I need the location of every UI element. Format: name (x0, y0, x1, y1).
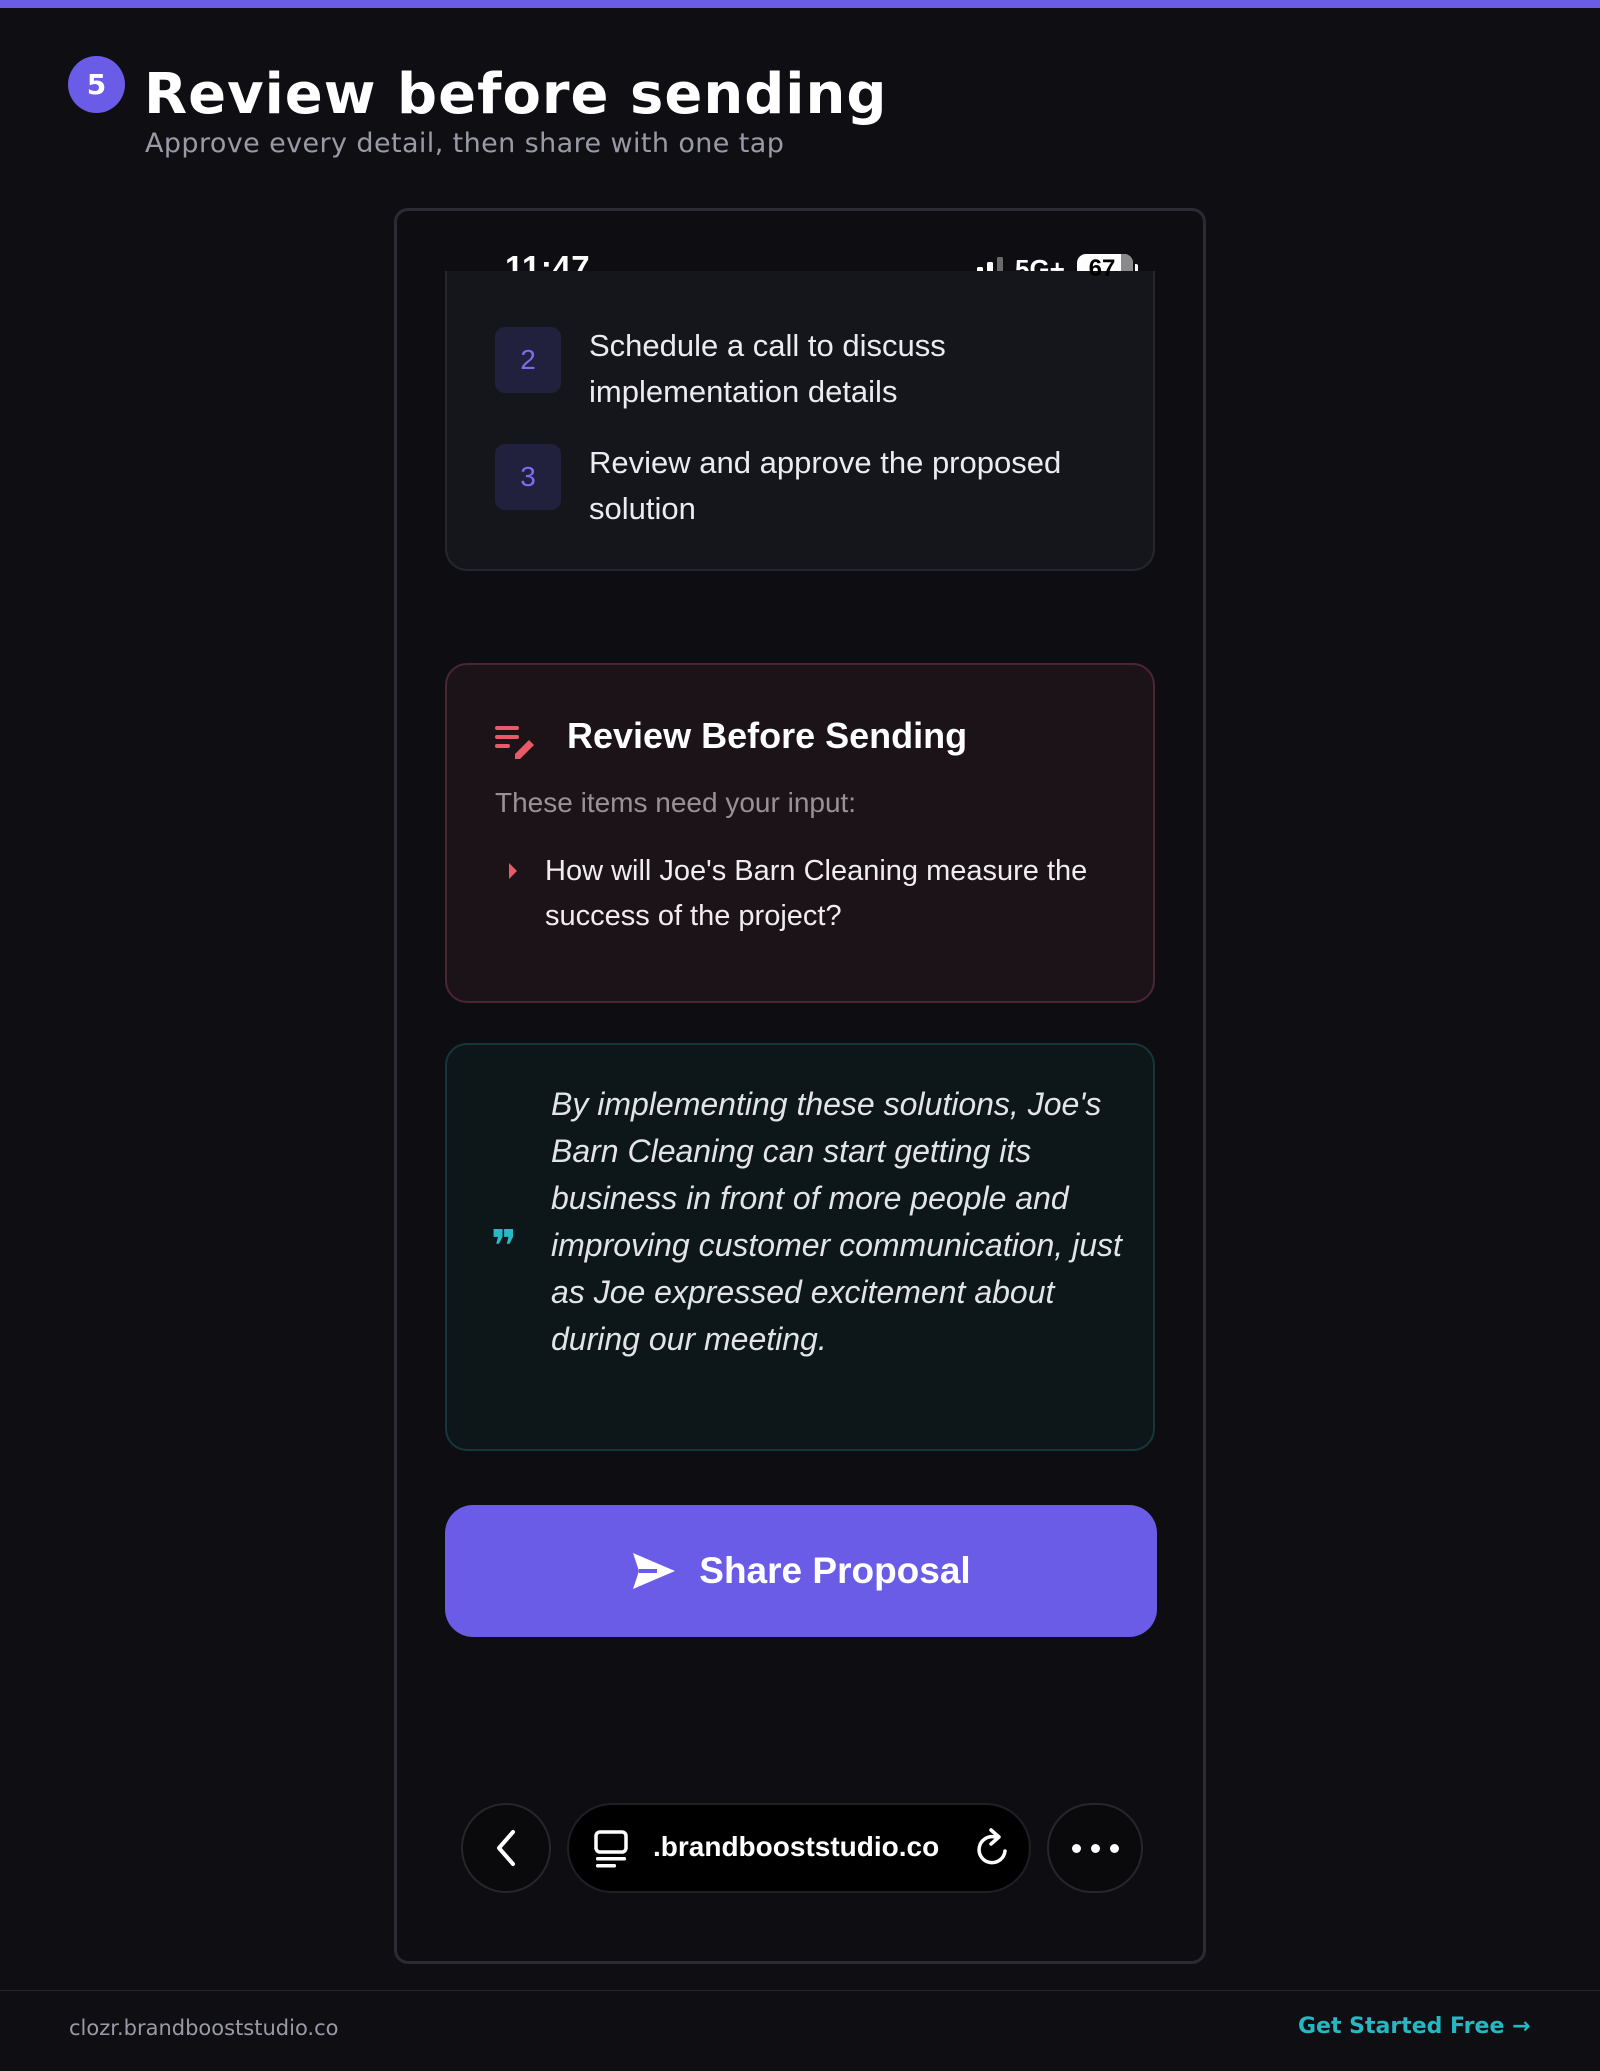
top-accent-bar (0, 0, 1600, 8)
page-title: Review before sending (144, 62, 888, 127)
send-icon (633, 1553, 676, 1589)
quote-icon: ❞ (491, 1221, 517, 1272)
footer-divider (0, 1990, 1600, 1991)
step-header: 5 Review before sending Approve every de… (68, 56, 1068, 166)
edit-list-icon (495, 726, 534, 759)
get-started-link[interactable]: Get Started Free → (1298, 2014, 1530, 2039)
review-title: Review Before Sending (567, 715, 968, 756)
next-steps-card: 2 Schedule a call to discuss implementat… (445, 271, 1155, 571)
tabs-icon (594, 1830, 628, 1868)
battery-level: 67 (1088, 254, 1116, 282)
caret-right-icon (509, 863, 517, 879)
quote-text: By implementing these solutions, Joe's B… (551, 1086, 1122, 1357)
review-subtitle: These items need your input: (495, 787, 857, 818)
share-proposal-label: Share Proposal (699, 1550, 971, 1591)
review-item[interactable]: How will Joe's Barn Cleaning measure the… (545, 849, 1105, 939)
step-number: 2 (495, 327, 561, 393)
step-text: Schedule a call to discuss implementatio… (589, 328, 946, 409)
step-number: 3 (495, 444, 561, 510)
more-icon (1109, 1843, 1119, 1853)
more-icon (1090, 1843, 1100, 1853)
reload-icon[interactable] (973, 1827, 1013, 1869)
chevron-left-icon (497, 1830, 515, 1866)
step-number-badge: 5 (68, 56, 125, 113)
url-text: .brandbooststudio.co (653, 1831, 940, 1862)
footer-domain: clozr.brandbooststudio.co (69, 2016, 339, 2040)
review-before-sending-card: Review Before Sending These items need y… (445, 663, 1155, 1003)
address-bar[interactable]: .brandbooststudio.co (567, 1803, 1031, 1893)
page-subtitle: Approve every detail, then share with on… (145, 128, 785, 159)
phone-mockup: 11:47 5G+ 67 2 Schedule a call to discus… (394, 208, 1206, 1964)
step-text: Review and approve the proposed solution (589, 445, 1062, 526)
back-button[interactable] (461, 1803, 551, 1893)
more-icon (1071, 1843, 1081, 1853)
summary-quote-card: ❞ By implementing these solutions, Joe's… (445, 1043, 1155, 1451)
share-proposal-button[interactable]: Share Proposal (445, 1505, 1157, 1637)
browser-toolbar: .brandbooststudio.co (397, 1803, 1203, 1903)
more-button[interactable] (1047, 1803, 1143, 1893)
